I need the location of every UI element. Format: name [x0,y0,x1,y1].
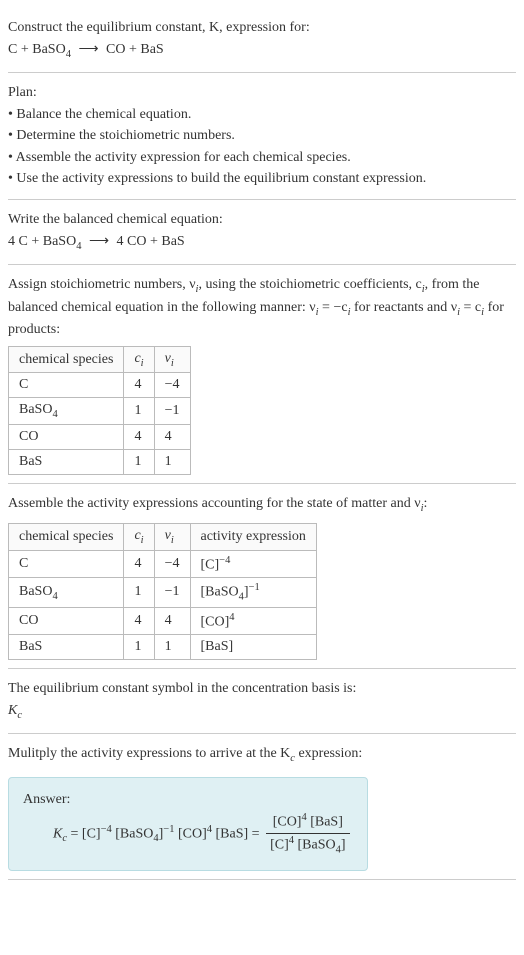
col-species: chemical species [9,346,124,373]
plan-item-3: • Assemble the activity expression for e… [8,148,516,168]
stoich-table: chemical species ci νi C 4 −4 BaSO4 1 −1… [8,346,191,476]
table-row: CO 4 4 [9,425,191,450]
col-ci: ci [124,523,154,550]
multiply-section: Mulitply the activity expressions to arr… [8,734,516,879]
plan-title: Plan: [8,83,516,103]
symbol-line: The equilibrium constant symbol in the c… [8,679,516,699]
answer-label: Answer: [23,790,353,810]
activity-table: chemical species ci νi activity expressi… [8,523,317,661]
balanced-title: Write the balanced chemical equation: [8,210,516,230]
multiply-line: Mulitply the activity expressions to arr… [8,744,516,766]
stoich-intro: Assign stoichiometric numbers, νi, using… [8,275,516,340]
col-nui: νi [154,523,190,550]
plan-section: Plan: • Balance the chemical equation. •… [8,73,516,200]
col-ci: ci [124,346,154,373]
table-header: chemical species ci νi [9,346,191,373]
answer-box: Answer: Kc = [C]−4 [BaSO4]−1 [CO]4 [BaS]… [8,777,368,871]
symbol-kc: Kc [8,701,516,723]
question-section: Construct the equilibrium constant, K, e… [8,8,516,73]
table-row: BaSO4 1 −1 [9,398,191,425]
plan-item-4: • Use the activity expressions to build … [8,169,516,189]
col-species: chemical species [9,523,124,550]
table-header: chemical species ci νi activity expressi… [9,523,317,550]
plan-item-2: • Determine the stoichiometric numbers. [8,126,516,146]
activity-section: Assemble the activity expressions accoun… [8,484,516,669]
question-equation: C + BaSO4 ⟶ CO + BaS [8,40,516,62]
balanced-equation: 4 C + BaSO4 ⟶ 4 CO + BaS [8,232,516,254]
answer-expression: Kc = [C]−4 [BaSO4]−1 [CO]4 [BaS] = [CO]4… [23,811,353,857]
table-row: BaS 1 1 [BaS] [9,635,317,660]
table-row: BaSO4 1 −1 [BaSO4]−1 [9,578,317,607]
col-activity: activity expression [190,523,316,550]
table-row: C 4 −4 [9,373,191,398]
table-row: BaS 1 1 [9,450,191,475]
activity-intro: Assemble the activity expressions accoun… [8,494,516,516]
balanced-section: Write the balanced chemical equation: 4 … [8,200,516,265]
plan-item-1: • Balance the chemical equation. [8,105,516,125]
table-row: C 4 −4 [C]−4 [9,550,317,578]
symbol-section: The equilibrium constant symbol in the c… [8,669,516,734]
stoich-section: Assign stoichiometric numbers, νi, using… [8,265,516,484]
col-nui: νi [154,346,190,373]
question-line1: Construct the equilibrium constant, K, e… [8,18,516,38]
table-row: CO 4 4 [CO]4 [9,607,317,635]
